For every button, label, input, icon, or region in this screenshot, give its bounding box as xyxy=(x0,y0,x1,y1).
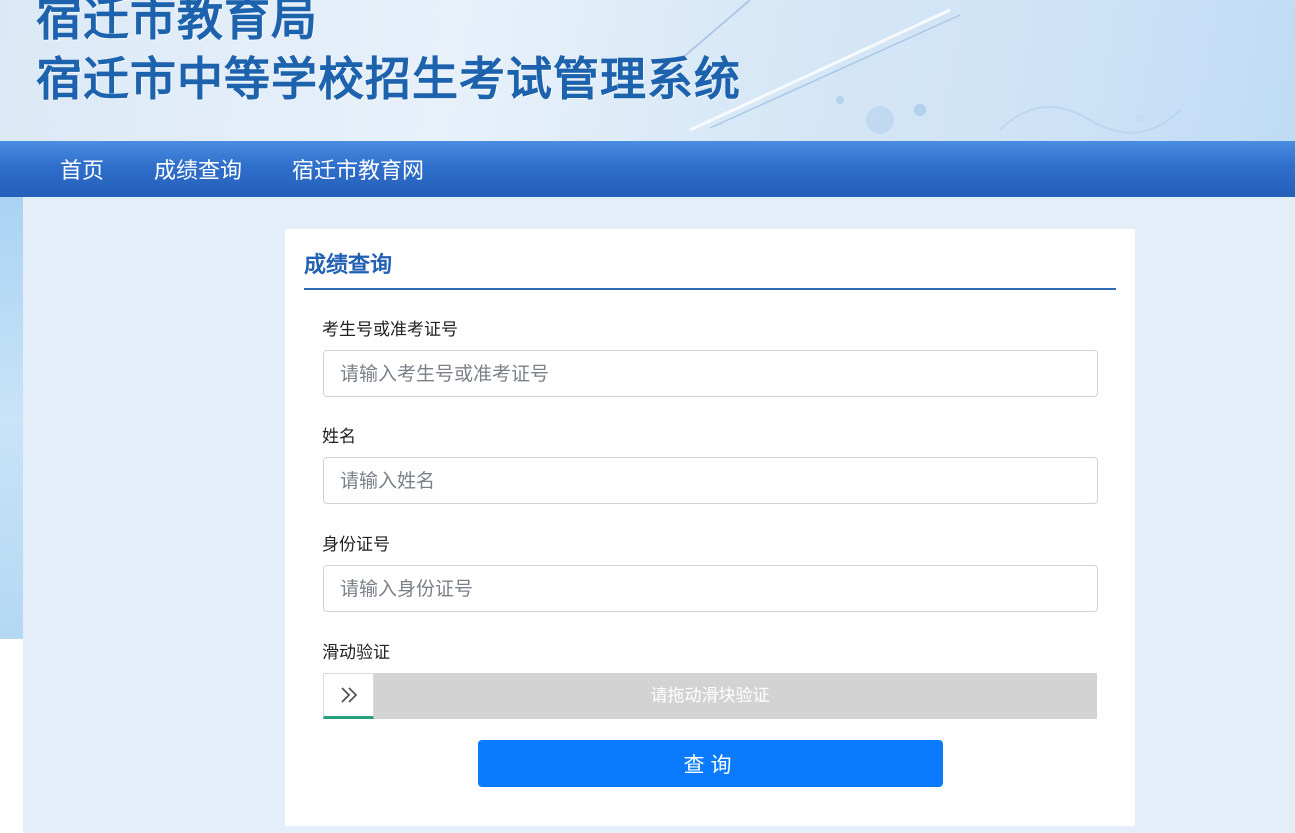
score-query-card: 成绩查询 考生号或准考证号 姓名 身份证号 滑动验证 请拖动滑块验证 查询 xyxy=(285,229,1135,826)
double-chevron-right-icon xyxy=(340,687,357,703)
header-title-system: 宿迁市中等学校招生考试管理系统 xyxy=(36,52,741,106)
exam-id-input[interactable] xyxy=(323,350,1098,397)
nav-item-home[interactable]: 首页 xyxy=(60,153,104,185)
slider-verify-track[interactable]: 请拖动滑块验证 xyxy=(323,673,1097,719)
name-label: 姓名 xyxy=(322,427,356,447)
nav-item-edu-website[interactable]: 宿迁市教育网 xyxy=(292,153,424,185)
slider-handle[interactable] xyxy=(323,673,374,719)
query-submit-button[interactable]: 查询 xyxy=(478,740,943,787)
header-banner: 宿迁市教育局 宿迁市中等学校招生考试管理系统 xyxy=(0,0,1295,141)
name-input[interactable] xyxy=(323,457,1098,504)
exam-id-label: 考生号或准考证号 xyxy=(322,320,458,340)
left-white-strip xyxy=(0,639,23,833)
nav-item-score-query[interactable]: 成绩查询 xyxy=(154,153,242,185)
id-card-label: 身份证号 xyxy=(322,535,390,555)
left-decoration-strip xyxy=(0,197,23,639)
main-nav: 首页 成绩查询 宿迁市教育网 xyxy=(0,141,1295,197)
card-title: 成绩查询 xyxy=(304,253,393,278)
title-divider xyxy=(304,288,1116,290)
slider-hint-text: 请拖动滑块验证 xyxy=(650,686,770,706)
slider-verify-label: 滑动验证 xyxy=(322,643,390,663)
id-card-input[interactable] xyxy=(323,565,1098,612)
header-title-org: 宿迁市教育局 xyxy=(36,0,318,46)
